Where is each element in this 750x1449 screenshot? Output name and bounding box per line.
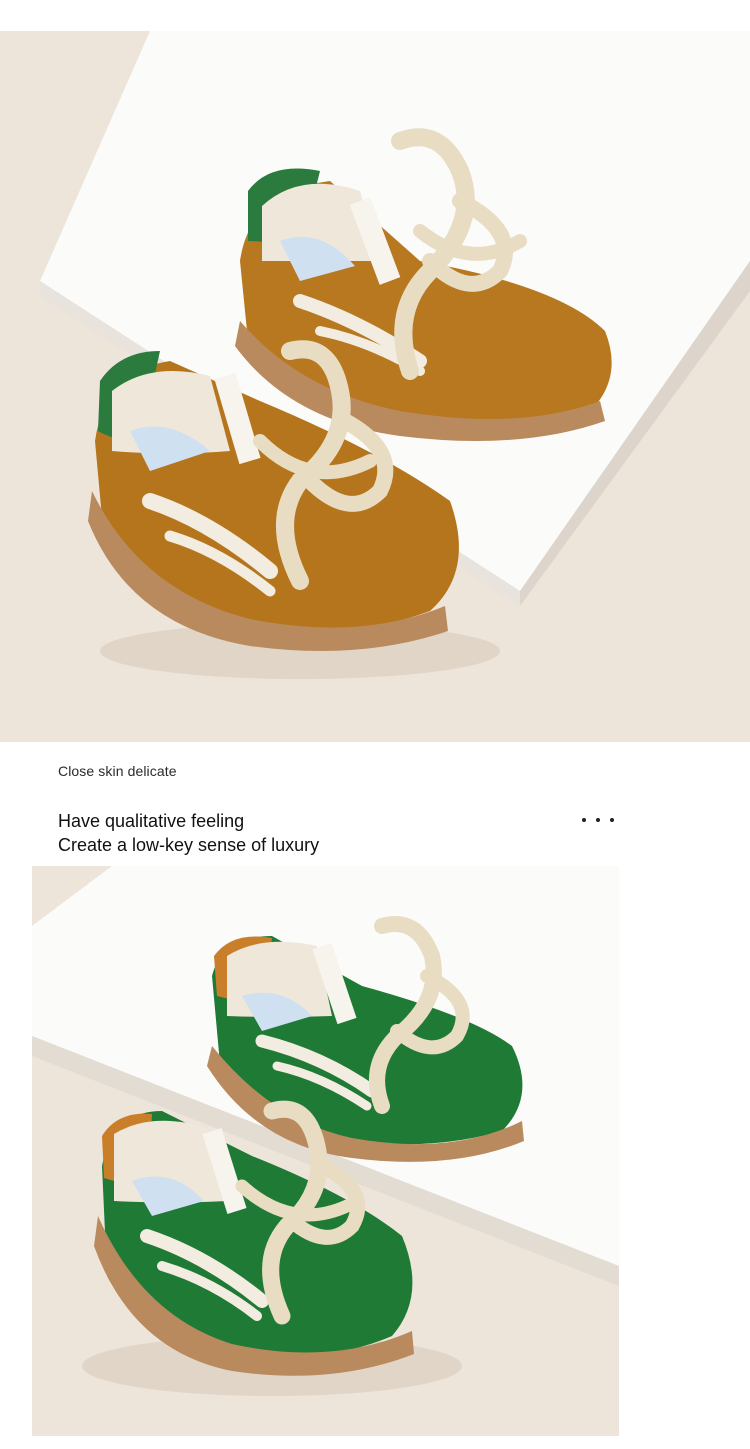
heading-line-2: Create a low-key sense of luxury — [58, 835, 320, 855]
caption-close-skin: Close skin delicate — [58, 763, 177, 779]
more-dots-icon — [582, 812, 614, 828]
heading-line-1: Have qualitative feeling — [58, 811, 245, 831]
product-photo-mustard — [0, 31, 750, 742]
section-heading: Have qualitative feeling Create a low-ke… — [58, 809, 319, 857]
product-photo-green — [32, 866, 619, 1436]
